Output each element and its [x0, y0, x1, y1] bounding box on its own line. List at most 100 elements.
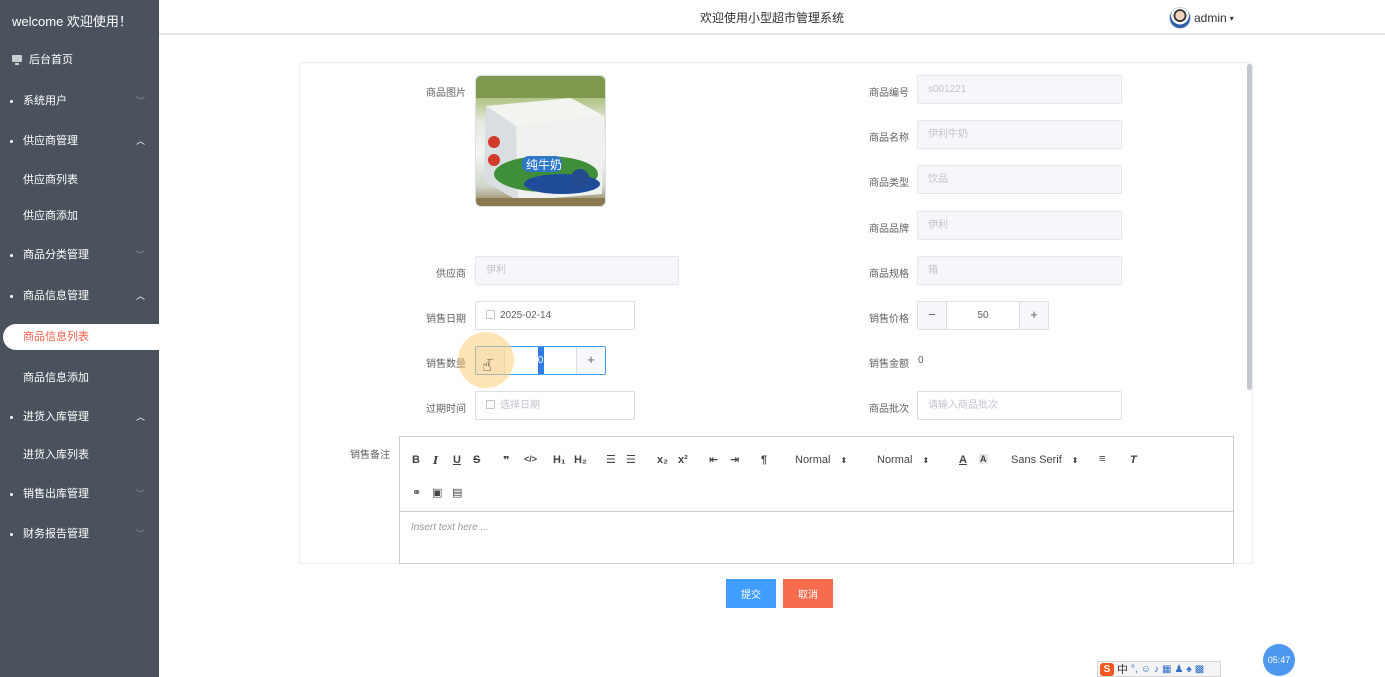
shirt-icon: ♠ — [1186, 663, 1192, 675]
chevron-down-icon: ﹀ — [135, 529, 145, 539]
sidebar-item-home[interactable]: 后台首页 — [0, 45, 159, 75]
image-label: 商品图片 — [426, 88, 466, 99]
sidebar-item-label: 商品分类管理 — [23, 249, 89, 261]
rich-text-editor: B I U S ❞ </> H₁ H₂ ☰ ☰ x₂ x² ⇤ ⇥ ¶ Norm… — [399, 436, 1234, 564]
sales-date-field[interactable]: 2025-02-14 — [475, 301, 635, 330]
superscript-button[interactable]: x² — [678, 454, 688, 466]
sidebar-item-purchase-management[interactable]: 进货入库管理 ︿ — [0, 402, 159, 432]
video-icon[interactable]: ▤ — [452, 486, 462, 499]
price-label: 销售价格 — [869, 314, 909, 325]
header2-button[interactable]: H₂ — [574, 454, 587, 466]
price-value[interactable]: 50 — [947, 302, 1019, 329]
sidebar-item-product-management[interactable]: 商品信息管理 ︿ — [0, 281, 159, 311]
supplier-field[interactable]: 伊利 — [475, 256, 679, 285]
blockquote-icon[interactable]: ❞ — [503, 454, 509, 467]
sales-date-label: 销售日期 — [426, 314, 466, 325]
chevron-down-icon: ﹀ — [135, 96, 145, 106]
bullet-icon — [10, 295, 13, 298]
sidebar-item-sales-management[interactable]: 销售出库管理 ﹀ — [0, 479, 159, 509]
cancel-button[interactable]: 取消 — [783, 579, 833, 608]
sidebar-item-product-list[interactable]: 商品信息列表 — [3, 324, 159, 350]
microphone-icon: ♪ — [1154, 663, 1159, 675]
sidebar-item-label: 销售出库管理 — [23, 488, 89, 500]
scrollbar[interactable] — [1247, 64, 1252, 390]
strike-button[interactable]: S — [473, 454, 480, 466]
editor-placeholder[interactable]: Insert text here ... — [411, 522, 489, 533]
background-color-icon[interactable]: A — [979, 454, 988, 464]
sidebar-item-finance-management[interactable]: 财务报告管理 ﹀ — [0, 519, 159, 549]
sidebar-item-product-add[interactable]: 商品信息添加 — [0, 363, 159, 393]
user-menu[interactable]: admin ▾ — [1169, 6, 1234, 30]
sales-date-value: 2025-02-14 — [500, 310, 552, 321]
sidebar-item-system-users[interactable]: 系统用户 ﹀ — [0, 86, 159, 116]
bullet-icon — [10, 254, 13, 257]
select-arrows-icon: ⬍ — [840, 456, 848, 465]
sidebar-item-label: 供应商列表 — [23, 174, 78, 186]
sidebar-item-label: 财务报告管理 — [23, 528, 89, 540]
sales-qty-label: 销售数量 — [426, 359, 466, 370]
image-icon[interactable]: ▣ — [432, 486, 442, 499]
milk-box-image: 纯牛奶 — [476, 76, 605, 206]
calendar-icon — [486, 310, 495, 319]
submit-button[interactable]: 提交 — [726, 579, 776, 608]
italic-button[interactable]: I — [433, 454, 438, 467]
spec-field[interactable]: 箱 — [917, 256, 1122, 285]
header-select[interactable]: Normal ⬍ — [877, 454, 929, 466]
expire-date-placeholder: 选择日期 — [500, 400, 540, 411]
expire-date-field[interactable]: 选择日期 — [475, 391, 635, 420]
clock-badge: 05:47 — [1263, 644, 1295, 676]
code-icon[interactable]: </> — [524, 454, 537, 464]
name-label: 商品名称 — [869, 133, 909, 144]
subscript-button[interactable]: x₂ — [657, 454, 668, 466]
sidebar-item-label: 商品信息列表 — [23, 331, 89, 343]
price-minus-button[interactable]: − — [918, 302, 947, 329]
bullet-icon — [10, 416, 13, 419]
sidebar-item-label: 商品信息管理 — [23, 290, 89, 302]
emoji-icon: ☺ — [1140, 663, 1151, 675]
select-arrows-icon: ⬍ — [922, 456, 930, 465]
link-icon[interactable]: ⚭ — [412, 486, 421, 499]
type-field[interactable]: 饮品 — [917, 165, 1122, 194]
clear-format-icon[interactable]: T — [1130, 454, 1137, 466]
name-field[interactable]: 伊利牛奶 — [917, 120, 1122, 149]
hand-cursor-icon: ☝ — [482, 358, 492, 375]
sidebar-item-category-management[interactable]: 商品分类管理 ﹀ — [0, 240, 159, 270]
sales-qty-value[interactable]: 0 — [505, 347, 576, 374]
product-image[interactable]: 纯牛奶 — [475, 75, 606, 207]
batch-field[interactable]: 请输入商品批次 — [917, 391, 1122, 420]
ordered-list-icon[interactable]: ☰ — [606, 453, 616, 466]
bullet-list-icon[interactable]: ☰ — [626, 453, 636, 466]
price-stepper[interactable]: − 50 + — [917, 301, 1049, 330]
caret-down-icon: ▾ — [1229, 13, 1234, 23]
grid-icon: ▩ — [1194, 663, 1205, 675]
sidebar-item-supplier-add[interactable]: 供应商添加 — [0, 201, 159, 231]
text-direction-icon[interactable]: ¶ — [761, 454, 767, 466]
sidebar-item-supplier-management[interactable]: 供应商管理 ︿ — [0, 126, 159, 156]
bullet-icon — [10, 140, 13, 143]
brand-label: 商品品牌 — [869, 224, 909, 235]
underline-button[interactable]: U — [453, 454, 461, 466]
spec-label: 商品规格 — [869, 269, 909, 280]
sidebar-item-purchase-list[interactable]: 进货入库列表 — [0, 440, 159, 470]
font-color-icon[interactable]: A — [959, 454, 967, 466]
code-field[interactable]: s001221 — [917, 75, 1122, 104]
price-plus-button[interactable]: + — [1019, 302, 1048, 329]
chevron-down-icon: ﹀ — [135, 250, 145, 260]
sidebar-item-supplier-list[interactable]: 供应商列表 — [0, 165, 159, 195]
sidebar-item-label: 后台首页 — [29, 54, 73, 66]
amount-label: 销售金额 — [869, 359, 909, 370]
expire-label: 过期时间 — [426, 404, 466, 415]
outdent-icon[interactable]: ⇤ — [709, 453, 718, 466]
brand-field[interactable]: 伊利 — [917, 211, 1122, 240]
bold-button[interactable]: B — [412, 454, 420, 466]
avatar — [1169, 7, 1191, 29]
align-icon[interactable]: ≡ — [1099, 453, 1105, 465]
ime-toolbar[interactable]: S 中 °, ☺ ♪ ▦ ♟ ♠ ▩ — [1097, 661, 1221, 677]
qty-plus-button[interactable]: + — [576, 347, 605, 374]
indent-icon[interactable]: ⇥ — [730, 453, 739, 466]
size-select[interactable]: Normal ⬍ — [795, 454, 847, 466]
header1-button[interactable]: H₁ — [553, 454, 566, 466]
bullet-icon — [10, 100, 13, 103]
font-select[interactable]: Sans Serif ⬍ — [1011, 454, 1078, 466]
bullet-icon — [10, 533, 13, 536]
